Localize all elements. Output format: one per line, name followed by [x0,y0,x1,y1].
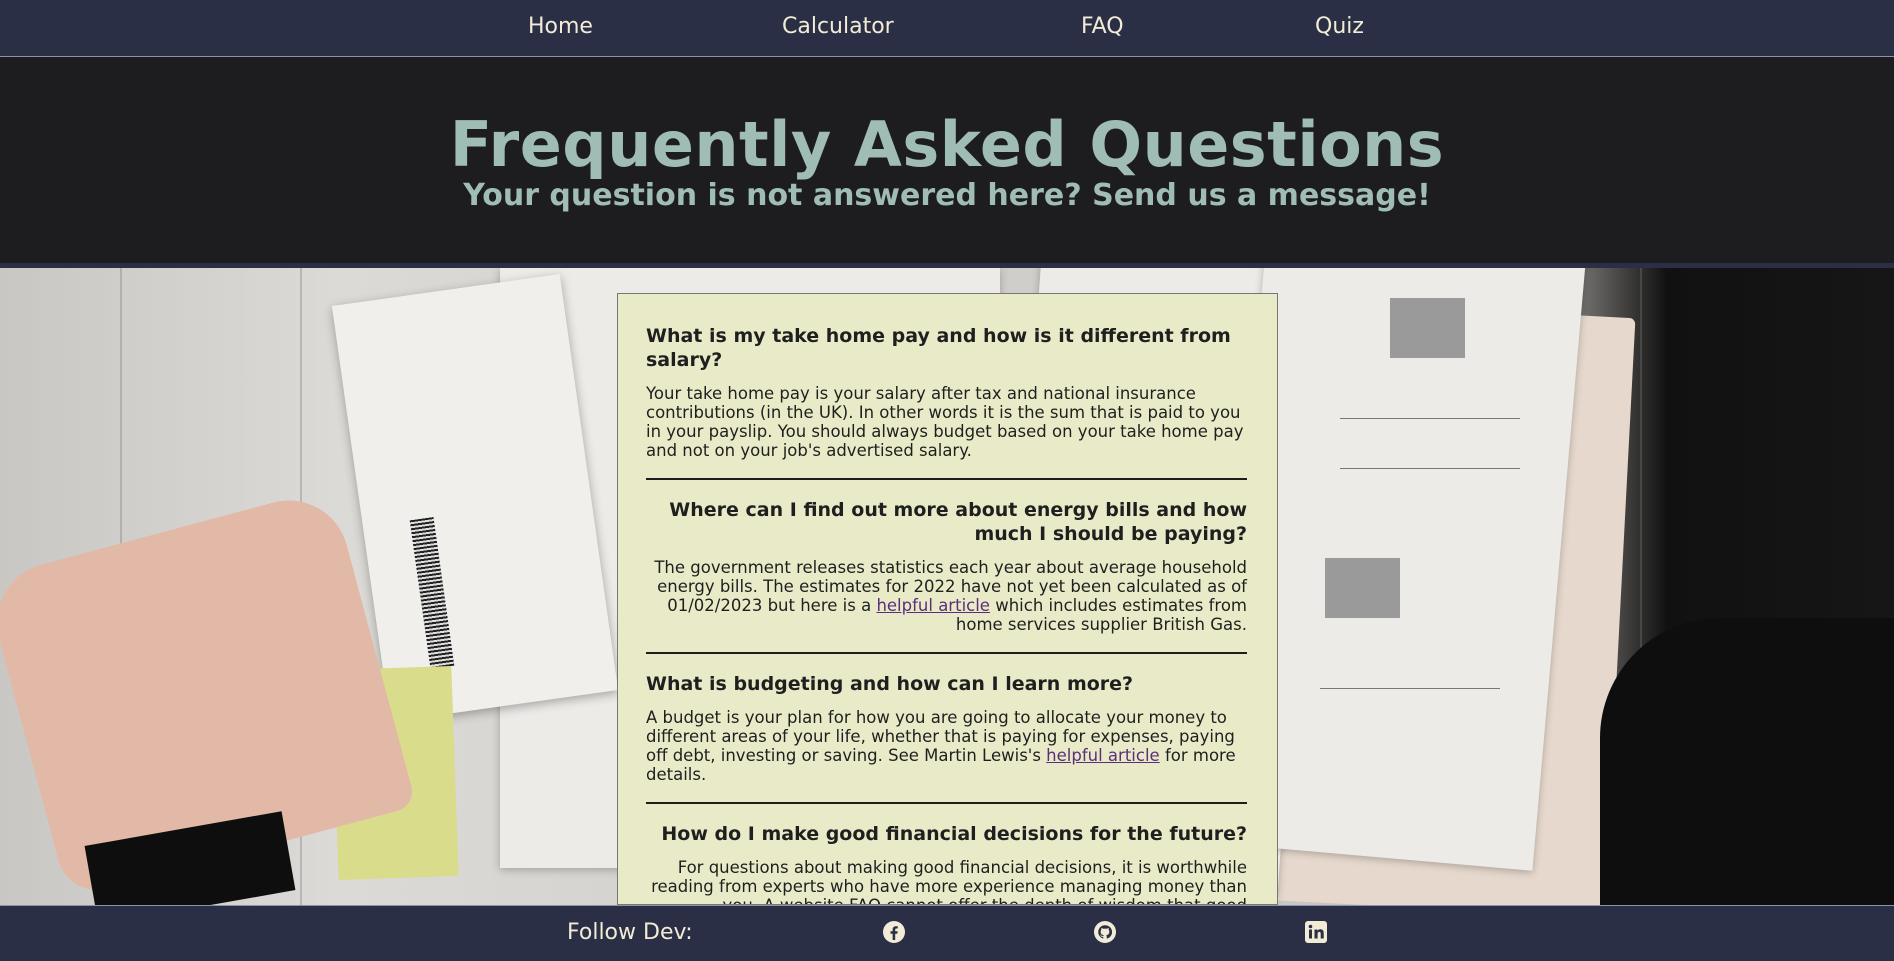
page-title: Frequently Asked Questions [449,108,1445,181]
top-nav: Home Calculator FAQ Quiz [0,0,1894,57]
github-icon[interactable] [1093,920,1117,944]
faq-answer: A budget is your plan for how you are go… [646,708,1247,784]
helpful-article-link[interactable]: helpful article [1046,746,1160,765]
helpful-article-link[interactable]: helpful article [876,596,990,615]
page-header: Frequently Asked Questions Your question… [0,58,1894,263]
faq-item: How do I make good financial decisions f… [646,822,1247,904]
nav-calculator-link[interactable]: Calculator [782,14,894,39]
dark-sleeve [1600,618,1894,905]
faq-answer: Your take home pay is your salary after … [646,384,1244,460]
faq-panel: What is my take home pay and how is it d… [617,293,1278,905]
faq-item: Where can I find out more about energy b… [646,498,1247,654]
faq-question: Where can I find out more about energy b… [669,499,1247,545]
follow-dev-label: Follow Dev: [567,920,693,945]
nav-faq-link[interactable]: FAQ [1081,14,1124,39]
form-line [1340,418,1520,419]
form-shaded-cell [1325,558,1400,618]
form-shaded-cell [1390,298,1465,358]
form-line [1320,688,1500,689]
linkedin-icon[interactable] [1304,920,1328,944]
faq-question: How do I make good financial decisions f… [661,823,1247,845]
faq-answer-text: which includes estimates from home servi… [955,596,1247,634]
faq-answer: The government releases statistics each … [646,558,1247,634]
page-subtitle: Your question is not answered here? Send… [463,178,1431,213]
nav-quiz-link[interactable]: Quiz [1315,14,1364,39]
faq-answer: For questions about making good financia… [651,858,1247,904]
faq-item: What is budgeting and how can I learn mo… [646,672,1247,804]
faq-item: What is my take home pay and how is it d… [646,324,1247,480]
footer: Follow Dev: [0,905,1894,961]
faq-question: What is my take home pay and how is it d… [646,325,1231,371]
faq-question: What is budgeting and how can I learn mo… [646,673,1134,695]
nav-home-link[interactable]: Home [528,14,593,39]
facebook-icon[interactable] [882,920,906,944]
form-line [1340,468,1520,469]
